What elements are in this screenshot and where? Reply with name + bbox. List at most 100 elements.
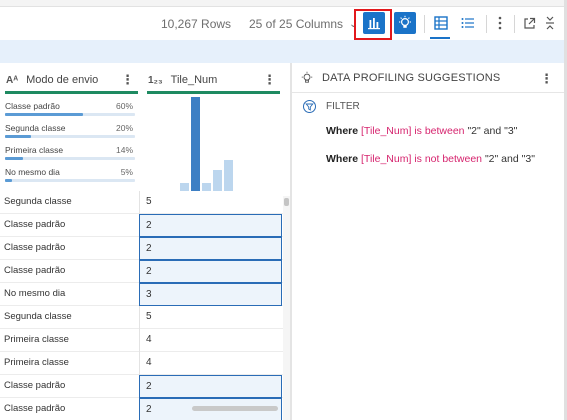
horizontal-scrollbar[interactable] (192, 406, 278, 411)
column-header-tile-num[interactable]: 1₂₃ Tile_Num ⋮ (148, 67, 280, 93)
rule-value: "2" (467, 125, 481, 137)
toolbar-divider (486, 15, 487, 33)
cell-tile-num[interactable]: 5 (139, 191, 282, 214)
distribution-label: Primeira classe (5, 145, 64, 155)
rule-keyword: Where (326, 125, 359, 137)
table-row[interactable]: No mesmo dia 3 (0, 283, 283, 306)
table-row[interactable]: Classe padrão 2 (0, 237, 283, 260)
list-icon (461, 18, 474, 28)
histogram-bar[interactable] (213, 170, 222, 191)
toolbar-divider (514, 15, 515, 33)
filter-title: FILTER (326, 101, 360, 112)
cell-modo-de-envio[interactable]: Classe padrão (4, 219, 65, 230)
more-options-button[interactable] (489, 12, 511, 34)
column-menu-icon[interactable]: ⋮ (121, 72, 134, 88)
table-row[interactable]: Classe padrão 2 (0, 375, 283, 398)
cell-modo-de-envio[interactable]: Primeira classe (4, 357, 69, 368)
cell-modo-de-envio[interactable]: Primeira classe (4, 334, 69, 345)
rule-column: [Tile_Num] (361, 125, 412, 137)
data-grid: Aᴬ Modo de envio ⋮ 1₂₃ Tile_Num ⋮ Classe… (0, 63, 290, 420)
cell-value: 5 (146, 311, 152, 322)
table-row[interactable]: Primeira classe 4 (0, 352, 283, 375)
cell-tile-num[interactable]: 3 (139, 283, 282, 306)
distribution-track (5, 179, 135, 182)
vertical-scrollbar[interactable] (283, 196, 290, 420)
cell-tile-num[interactable]: 5 (139, 306, 282, 329)
suggestions-menu-icon[interactable]: ⋮ (540, 71, 553, 87)
cell-tile-num[interactable]: 2 (139, 214, 282, 237)
distribution-item[interactable]: Classe padrão 60% (5, 101, 135, 123)
column-name: Tile_Num (170, 74, 218, 86)
distribution-label: Segunda classe (5, 123, 66, 133)
column-header-modo-de-envio[interactable]: Aᴬ Modo de envio ⋮ (6, 67, 138, 93)
lightbulb-icon (399, 15, 411, 28)
table-row[interactable]: Classe padrão 2 (0, 214, 283, 237)
histogram-bar[interactable] (180, 183, 189, 191)
cell-modo-de-envio[interactable]: Classe padrão (4, 380, 65, 391)
histogram-bar[interactable] (224, 160, 233, 191)
lightbulb-icon (301, 71, 313, 83)
distribution-percent: 14% (115, 145, 133, 155)
collapse-button[interactable] (539, 12, 561, 34)
histogram-bar[interactable] (191, 97, 200, 191)
rule-value: "2" (484, 153, 499, 165)
suggestions-title: DATA PROFILING SUGGESTIONS (322, 72, 501, 84)
rule-value: "3" (521, 153, 535, 165)
cell-tile-num[interactable]: 4 (139, 329, 282, 352)
grid-view-button[interactable] (430, 12, 452, 34)
bar-chart-icon (368, 18, 380, 30)
column-menu-icon[interactable]: ⋮ (263, 72, 276, 88)
histogram-bar[interactable] (202, 183, 211, 191)
table-row[interactable]: Segunda classe 5 (0, 306, 283, 329)
info-band (0, 40, 567, 63)
distribution-item[interactable]: Primeira classe 14% (5, 145, 135, 167)
divider (292, 92, 567, 93)
tile-num-histogram (176, 93, 240, 191)
top-strip (0, 0, 567, 7)
cell-modo-de-envio[interactable]: Segunda classe (4, 196, 72, 207)
cell-tile-num[interactable]: 2 (139, 375, 282, 398)
column-profile-button[interactable] (363, 12, 385, 34)
scrollbar-thumb[interactable] (284, 198, 289, 206)
cell-tile-num[interactable]: 4 (139, 352, 282, 375)
cell-value: 2 (146, 220, 152, 231)
pop-out-button[interactable] (518, 12, 540, 34)
cell-tile-num[interactable]: 2 (139, 237, 282, 260)
distribution-percent: 20% (115, 123, 133, 133)
filter-suggestion[interactable]: Where [Tile_Num] is not between "2" and … (326, 153, 535, 165)
row-count: 10,267 Rows (161, 17, 232, 31)
cell-value: 3 (146, 289, 152, 300)
cell-value: 2 (146, 404, 152, 415)
cell-value: 4 (146, 357, 152, 368)
cell-modo-de-envio[interactable]: Classe padrão (4, 242, 65, 253)
distribution-bar (5, 135, 31, 138)
cell-tile-num[interactable]: 2 (139, 260, 282, 283)
suggestions-header: DATA PROFILING SUGGESTIONS (300, 71, 500, 85)
columns-count: 25 of 25 Columns (249, 17, 344, 31)
cell-modo-de-envio[interactable]: Classe padrão (4, 265, 65, 276)
list-view-button[interactable] (457, 12, 479, 34)
rule-column: [Tile_Num] (361, 153, 412, 165)
filter-icon (303, 100, 316, 113)
rule-keyword: Where (326, 153, 359, 165)
suggestions-button[interactable] (394, 12, 416, 34)
cell-value: 2 (146, 266, 152, 277)
cell-modo-de-envio[interactable]: Classe padrão (4, 403, 65, 414)
external-link-icon (523, 17, 535, 29)
toolbar: 10,267 Rows 25 of 25 Columns ⌄ (0, 7, 567, 40)
suggestions-panel: DATA PROFILING SUGGESTIONS ⋮ FILTER Wher… (292, 63, 567, 420)
table-row[interactable]: Classe padrão 2 (0, 260, 283, 283)
table-row[interactable]: Primeira classe 4 (0, 329, 283, 352)
distribution-item[interactable]: No mesmo dia 5% (5, 167, 135, 189)
distribution-item[interactable]: Segunda classe 20% (5, 123, 135, 145)
kebab-icon (498, 16, 502, 30)
filter-suggestion[interactable]: Where [Tile_Num] is between "2" and "3" (326, 125, 517, 137)
cell-modo-de-envio[interactable]: No mesmo dia (4, 288, 65, 299)
cell-value: 4 (146, 334, 152, 345)
table-row[interactable]: Segunda classe 5 (0, 191, 283, 214)
collapse-icon (546, 16, 554, 30)
active-view-indicator (430, 37, 450, 39)
columns-dropdown[interactable]: 25 of 25 Columns ⌄ (249, 17, 357, 31)
cell-modo-de-envio[interactable]: Segunda classe (4, 311, 72, 322)
column-name: Modo de envio (26, 74, 99, 86)
